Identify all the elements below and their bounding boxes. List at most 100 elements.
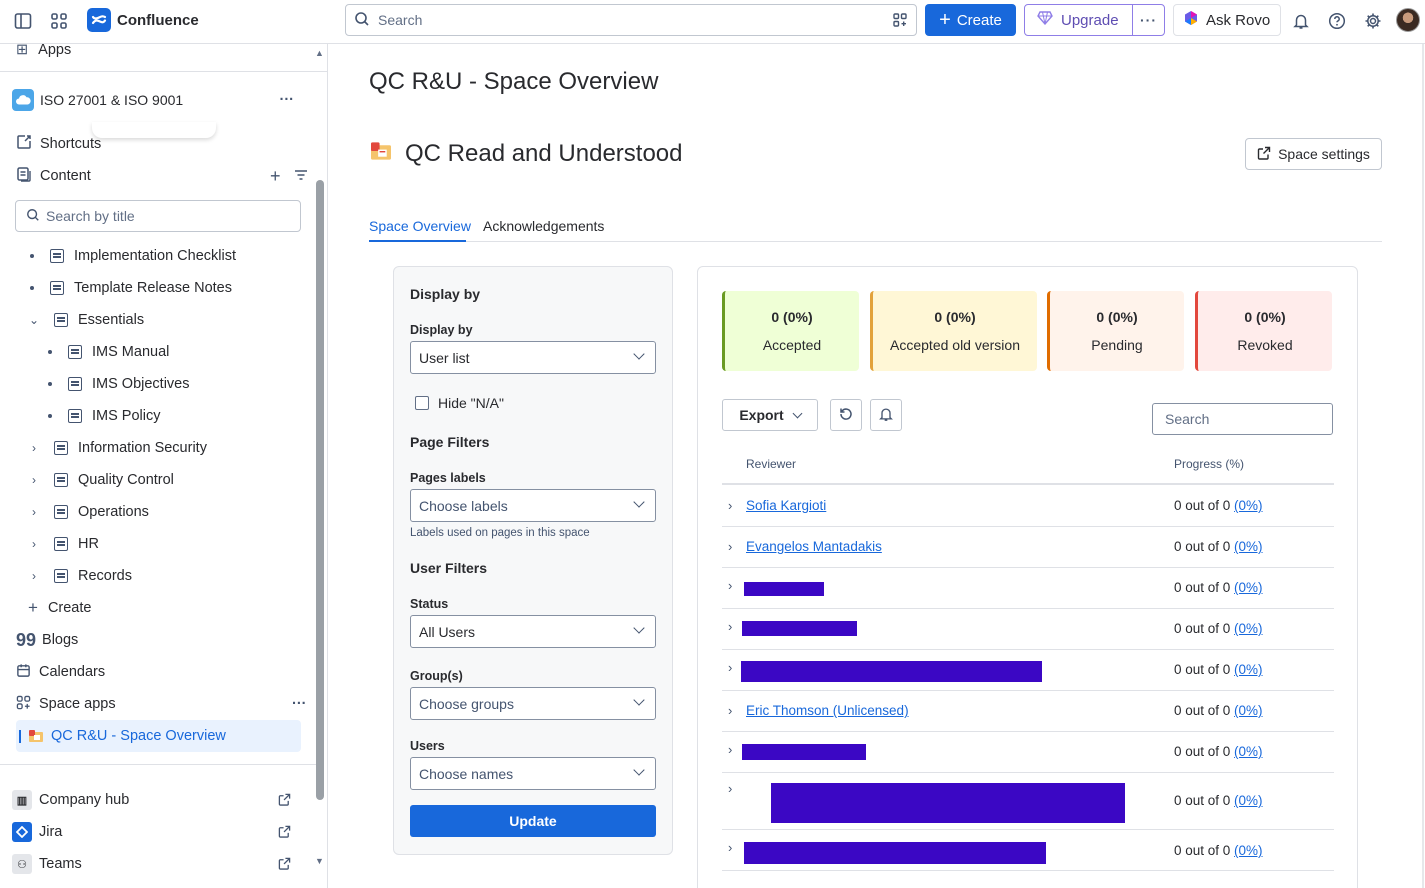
sidebar-toggle-icon[interactable] <box>12 10 34 32</box>
progress-link[interactable]: (0%) <box>1234 498 1263 513</box>
status-select[interactable]: All Users <box>410 615 656 648</box>
table-row[interactable]: › 0 out of 0 (0%) <box>722 830 1334 871</box>
hide-na-checkbox[interactable] <box>415 396 429 410</box>
refresh-button[interactable] <box>830 399 862 431</box>
reviewer-link[interactable]: Sofia Kargioti <box>746 498 826 513</box>
create-button[interactable]: + Create <box>925 4 1016 36</box>
table-row[interactable]: › 0 out of 0 (0%) <box>722 773 1334 830</box>
filter-icon[interactable] <box>294 169 308 185</box>
notify-button[interactable] <box>870 399 902 431</box>
tree-item[interactable]: › Records <box>28 560 132 592</box>
upgrade-button[interactable]: Upgrade <box>1025 5 1133 35</box>
progress-link[interactable]: (0%) <box>1234 744 1263 759</box>
progress-link[interactable]: (0%) <box>1234 621 1263 636</box>
users-select[interactable]: Choose names <box>410 757 656 790</box>
table-row[interactable]: › 0 out of 0 (0%) <box>722 568 1334 609</box>
table-row[interactable]: › 0 out of 0 (0%) <box>722 650 1334 691</box>
progress-link[interactable]: (0%) <box>1234 703 1263 718</box>
space-apps-more-button[interactable]: ··· <box>292 696 307 712</box>
sidebar-space-apps[interactable]: Space apps ··· <box>16 688 307 720</box>
help-icon[interactable] <box>1326 10 1348 32</box>
tree-item[interactable]: Implementation Checklist <box>30 240 236 272</box>
chevron-right-icon[interactable]: › <box>728 578 732 593</box>
settings-gear-icon[interactable] <box>1362 10 1384 32</box>
sidebar-search-input[interactable]: Search by title <box>15 200 301 232</box>
tab-acknowledgements[interactable]: Acknowledgements <box>483 218 604 234</box>
reviewer-link[interactable]: Evangelos Mantadakis <box>746 539 882 554</box>
page-icon <box>54 537 68 551</box>
chevron-right-icon[interactable]: › <box>728 781 732 796</box>
upgrade-more-button[interactable]: ··· <box>1133 12 1164 28</box>
user-avatar[interactable] <box>1396 8 1420 32</box>
space-more-button[interactable]: ··· <box>280 92 295 108</box>
labels-select[interactable]: Choose labels <box>410 489 656 522</box>
notifications-bell-icon[interactable] <box>1290 10 1312 32</box>
table-search-input[interactable]: Search <box>1152 403 1333 435</box>
progress-link[interactable]: (0%) <box>1234 843 1263 858</box>
chevron-right-icon[interactable]: › <box>28 441 40 455</box>
progress-link[interactable]: (0%) <box>1234 793 1263 808</box>
chevron-right-icon[interactable]: › <box>28 473 40 487</box>
table-row[interactable]: › Evangelos Mantadakis 0 out of 0 (0%) <box>722 527 1334 568</box>
space-header[interactable]: ISO 27001 & ISO 9001 ··· <box>12 84 302 116</box>
table-row[interactable]: › 0 out of 0 (0%) <box>722 732 1334 773</box>
sidebar-shortcuts[interactable]: Shortcuts <box>16 128 101 160</box>
chevron-right-icon[interactable]: › <box>728 498 732 513</box>
top-nav-bar: Confluence Search + Create Upgrade ··· A… <box>0 0 1425 44</box>
search-filter-icon[interactable] <box>892 12 908 31</box>
tree-item[interactable]: › Information Security <box>28 432 207 464</box>
progress-link[interactable]: (0%) <box>1234 662 1263 677</box>
sidebar-apps[interactable]: ⊞ Apps <box>16 44 71 66</box>
export-button[interactable]: Export <box>722 399 818 431</box>
global-search-input[interactable]: Search <box>345 4 917 36</box>
update-button[interactable]: Update <box>410 805 656 837</box>
external-link-icon[interactable] <box>278 825 291 842</box>
sidebar-company-hub[interactable]: ▥ Company hub <box>12 784 302 816</box>
tree-item[interactable]: › Operations <box>28 496 149 528</box>
tree-item[interactable]: IMS Objectives <box>48 368 190 400</box>
sidebar-teams[interactable]: ⚇ Teams <box>12 848 302 880</box>
chevron-right-icon[interactable]: › <box>28 537 40 551</box>
chevron-right-icon[interactable]: › <box>728 840 732 855</box>
scroll-up-arrow[interactable]: ▲ <box>315 48 324 58</box>
sidebar-scrollbar[interactable] <box>316 180 324 800</box>
table-row[interactable]: › Sofia Kargioti 0 out of 0 (0%) <box>722 486 1334 527</box>
tree-item[interactable]: IMS Manual <box>48 336 169 368</box>
chevron-right-icon[interactable]: › <box>728 742 732 757</box>
tree-item[interactable]: IMS Policy <box>48 400 161 432</box>
progress-link[interactable]: (0%) <box>1234 580 1263 595</box>
sidebar-calendars[interactable]: Calendars <box>16 656 105 688</box>
chevron-right-icon[interactable]: › <box>728 619 732 634</box>
chevron-right-icon[interactable]: › <box>728 660 732 675</box>
space-settings-button[interactable]: Space settings <box>1245 138 1382 170</box>
sidebar-blogs[interactable]: 99 Blogs <box>16 624 78 656</box>
scroll-down-arrow[interactable]: ▼ <box>315 856 324 866</box>
chevron-right-icon[interactable]: › <box>28 505 40 519</box>
display-by-select[interactable]: User list <box>410 341 656 374</box>
chevron-right-icon[interactable]: › <box>28 569 40 583</box>
external-link-icon[interactable] <box>278 793 291 810</box>
ask-rovo-button[interactable]: Ask Rovo <box>1173 4 1281 36</box>
progress-link[interactable]: (0%) <box>1234 539 1263 554</box>
tree-item[interactable]: Template Release Notes <box>30 272 232 304</box>
chevron-down-icon[interactable]: ⌄ <box>28 313 40 327</box>
tree-item[interactable]: › HR <box>28 528 99 560</box>
app-switcher-icon[interactable] <box>48 10 70 32</box>
stat-label: Accepted <box>762 337 822 353</box>
sidebar-create[interactable]: + Create <box>28 592 91 624</box>
tab-space-overview[interactable]: Space Overview <box>369 218 471 234</box>
groups-select[interactable]: Choose groups <box>410 687 656 720</box>
table-row[interactable]: › 0 out of 0 (0%) <box>722 609 1334 650</box>
add-content-icon[interactable]: + <box>270 166 281 187</box>
sidebar-active-item[interactable]: QC R&U - Space Overview <box>16 720 301 752</box>
sidebar-content[interactable]: Content + <box>16 160 308 192</box>
external-link-icon[interactable] <box>278 857 291 874</box>
confluence-logo[interactable]: Confluence <box>87 8 199 32</box>
reviewer-link[interactable]: Eric Thomson (Unlicensed) <box>746 703 909 718</box>
tree-item[interactable]: › Quality Control <box>28 464 174 496</box>
table-row[interactable]: › Eric Thomson (Unlicensed) 0 out of 0 (0%… <box>722 691 1334 732</box>
sidebar-jira[interactable]: Jira <box>12 816 302 848</box>
chevron-right-icon[interactable]: › <box>728 539 732 554</box>
tree-item[interactable]: ⌄ Essentials <box>28 304 144 336</box>
chevron-right-icon[interactable]: › <box>728 703 732 718</box>
